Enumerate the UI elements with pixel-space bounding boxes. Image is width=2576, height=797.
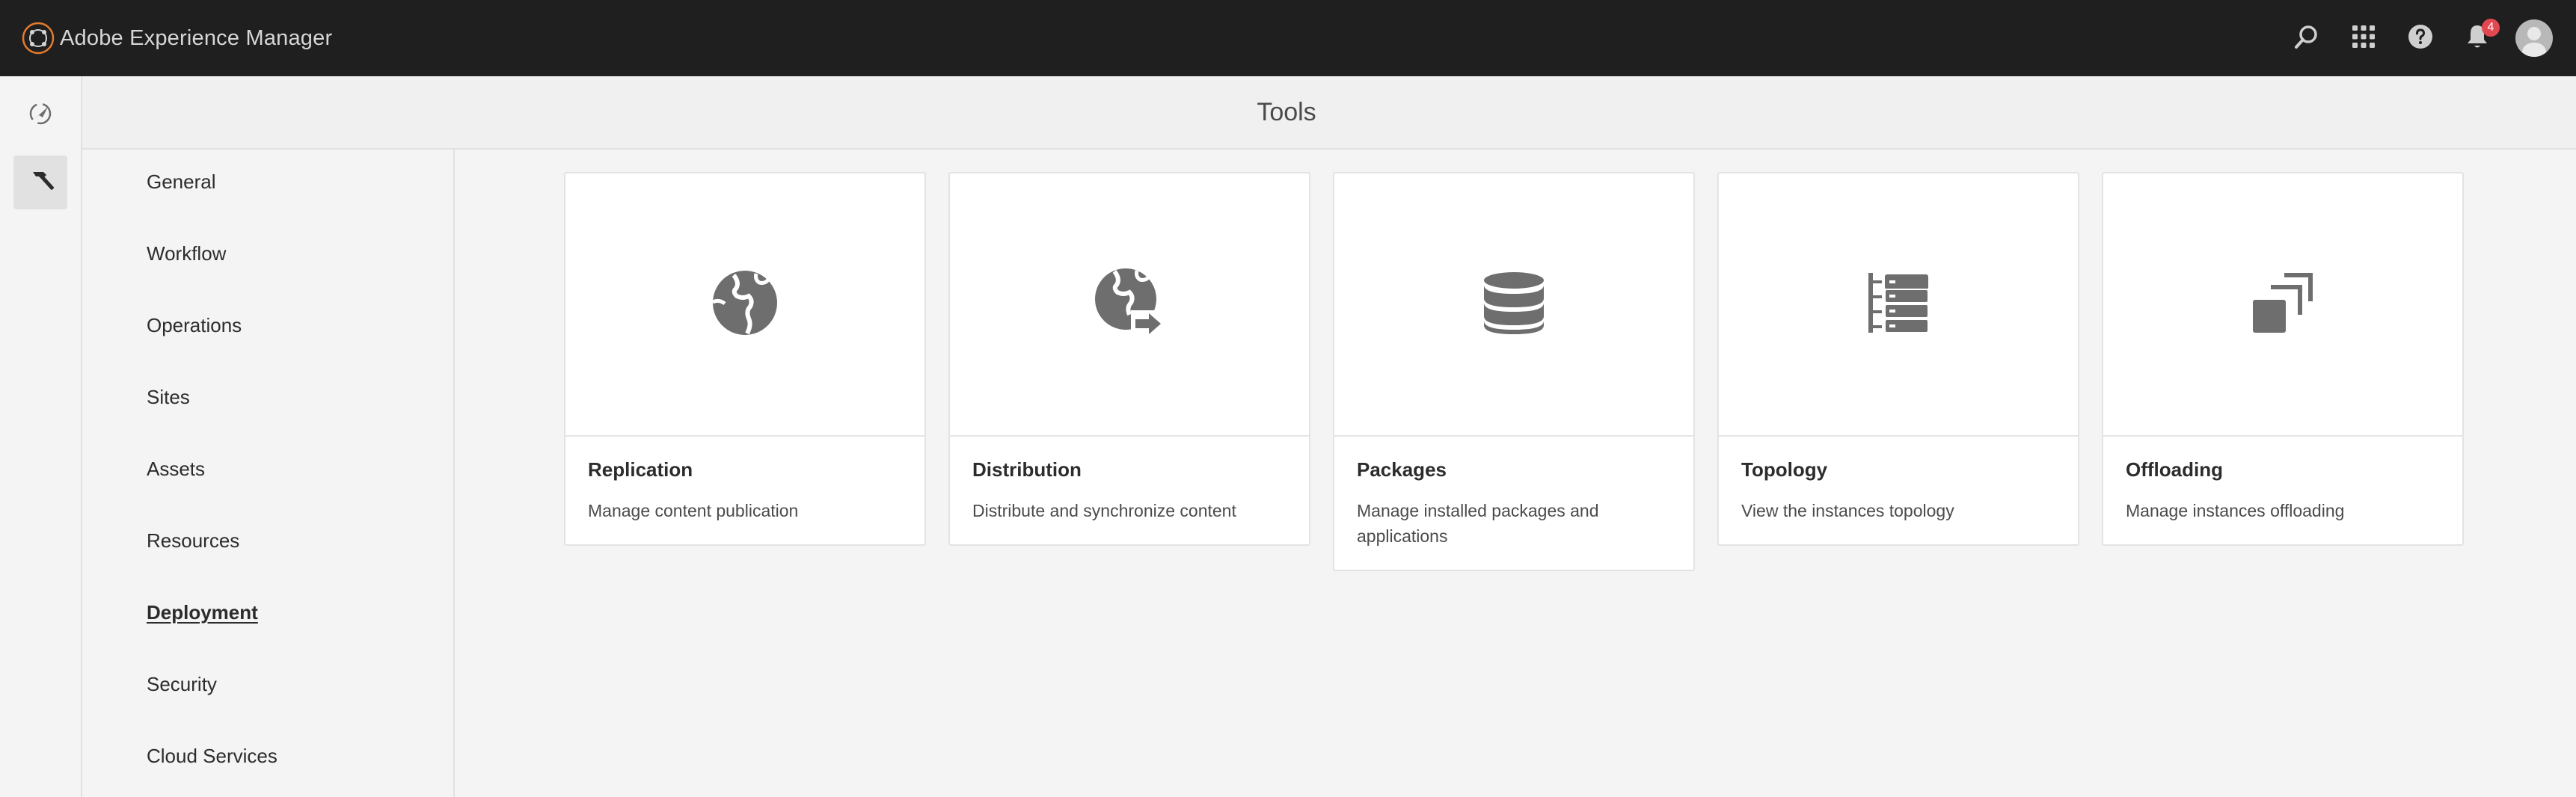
card-thumbnail [1719, 173, 2078, 437]
tools-categories: General Workflow Operations Sites Assets… [82, 150, 455, 797]
hammer-icon [27, 167, 55, 198]
user-avatar-icon [2515, 19, 2553, 57]
copy-stack-icon [2251, 271, 2314, 338]
category-security[interactable]: Security [147, 673, 217, 696]
tree-view-icon [1867, 271, 1930, 338]
category-cloud-services[interactable]: Cloud Services [147, 745, 277, 768]
card-topology[interactable]: Topology View the instances topology [1717, 172, 2079, 546]
rail-navigation-button[interactable] [13, 88, 67, 142]
page-title-bar: Tools [82, 76, 2576, 150]
card-thumbnail [2103, 173, 2462, 437]
card-thumbnail [950, 173, 1309, 437]
category-deployment[interactable]: Deployment [147, 601, 258, 624]
card-description: Manage instances offloading [2126, 501, 2345, 520]
help-button[interactable] [2392, 10, 2449, 67]
notification-count-badge: 4 [2482, 19, 2500, 37]
database-icon [1482, 271, 1545, 338]
page-title: Tools [1257, 97, 1316, 126]
rail-tools-button[interactable] [13, 156, 67, 209]
card-description: Manage content publication [588, 501, 799, 520]
header-actions: 4 [2278, 0, 2576, 76]
solutions-button[interactable] [2335, 10, 2392, 67]
brand[interactable]: Adobe Experience Manager [19, 0, 332, 76]
navigation-rail [0, 76, 82, 797]
help-icon [2408, 24, 2433, 53]
card-title: Packages [1357, 458, 1447, 481]
card-title: Offloading [2126, 458, 2223, 481]
globe-arrow-icon [1094, 267, 1165, 342]
app-title: Adobe Experience Manager [60, 25, 333, 50]
shell-header: Adobe Experience Manager 4 [0, 0, 2576, 76]
apps-grid-icon [2351, 24, 2376, 53]
category-assets[interactable]: Assets [147, 458, 205, 481]
card-title: Topology [1741, 458, 1828, 481]
card-offloading[interactable]: Offloading Manage instances offloading [2102, 172, 2464, 546]
card-description: Distribute and synchronize content [972, 501, 1236, 520]
card-replication[interactable]: Replication Manage content publication [564, 172, 926, 546]
tools-cards: Replication Manage content publication D… [455, 150, 2576, 797]
card-thumbnail [565, 173, 924, 437]
adobe-logo-icon [19, 19, 57, 57]
card-packages[interactable]: Packages Manage installed packages and a… [1333, 172, 1695, 571]
navigation-icon [26, 99, 55, 132]
card-title: Distribution [972, 458, 1082, 481]
category-operations[interactable]: Operations [147, 314, 242, 337]
category-resources[interactable]: Resources [147, 529, 239, 553]
notifications-button[interactable]: 4 [2449, 10, 2506, 67]
card-distribution[interactable]: Distribution Distribute and synchronize … [948, 172, 1310, 546]
card-title: Replication [588, 458, 693, 481]
globe-icon [711, 269, 779, 340]
category-sites[interactable]: Sites [147, 386, 190, 409]
card-thumbnail [1334, 173, 1693, 437]
card-description: View the instances topology [1741, 501, 1954, 520]
user-profile-button[interactable] [2506, 10, 2563, 67]
search-button[interactable] [2278, 10, 2335, 67]
card-description: Manage installed packages and applicatio… [1357, 501, 1599, 546]
category-workflow[interactable]: Workflow [147, 242, 226, 265]
search-icon [2293, 22, 2321, 55]
category-general[interactable]: General [147, 170, 216, 194]
